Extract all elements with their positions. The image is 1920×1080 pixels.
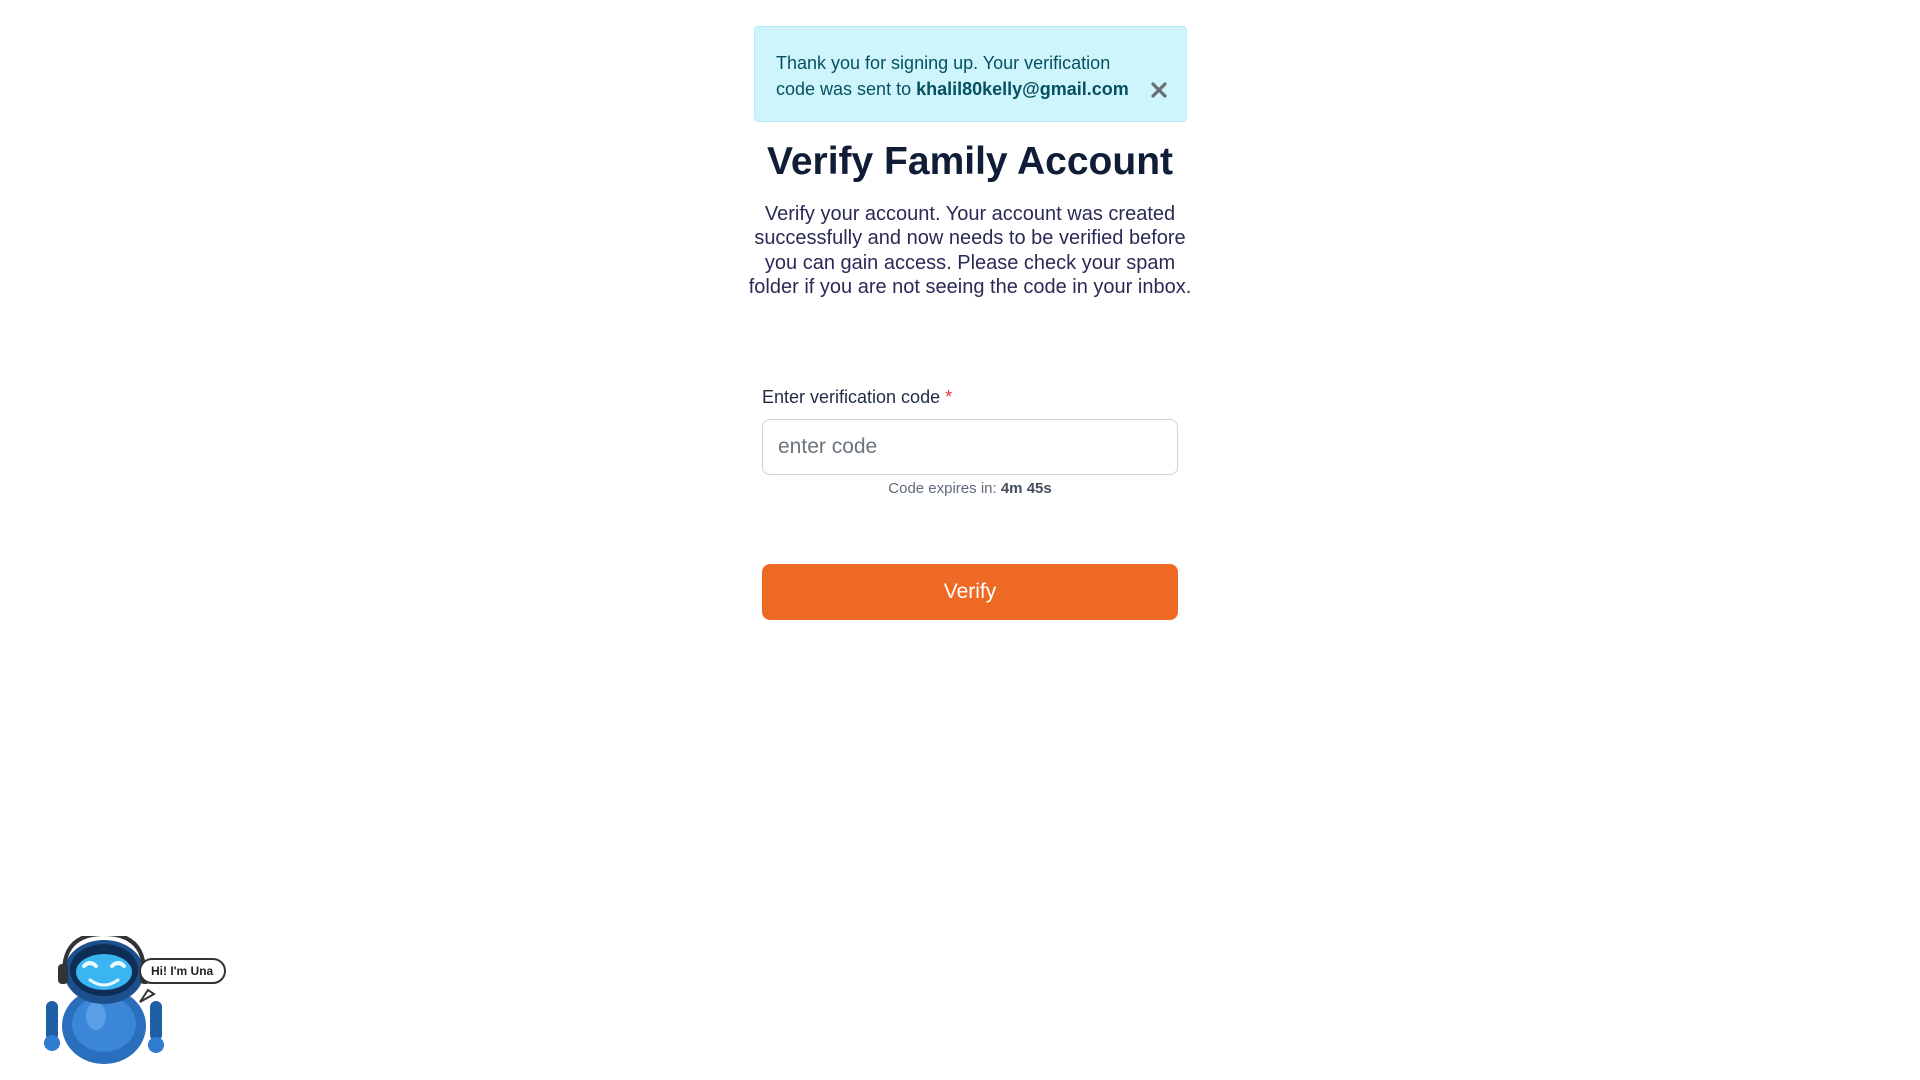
verify-button[interactable]: Verify	[762, 564, 1178, 620]
verification-code-input[interactable]	[762, 419, 1178, 475]
code-expiry-text: Code expires in: 4m 45s	[762, 480, 1178, 498]
code-expiry-label: Code expires in:	[888, 480, 997, 497]
assistant-greeting-bubble[interactable]: Hi! I'm Una	[139, 958, 227, 984]
close-icon[interactable]	[1148, 79, 1170, 101]
verification-code-label-text: Enter verification code	[762, 387, 941, 407]
signup-success-alert: Thank you for signing up. Your verificat…	[754, 26, 1187, 122]
code-expiry-time: 4m 45s	[1000, 480, 1052, 497]
page-description: Verify your account. Your account was cr…	[748, 203, 1192, 298]
required-marker: *	[945, 387, 953, 407]
robot-icon[interactable]	[40, 936, 230, 1066]
alert-email: khalil80kelly@gmail.com	[916, 79, 1129, 99]
verification-code-label: Enter verification code *	[762, 386, 952, 408]
page-title: Verify Family Account	[766, 140, 1173, 183]
